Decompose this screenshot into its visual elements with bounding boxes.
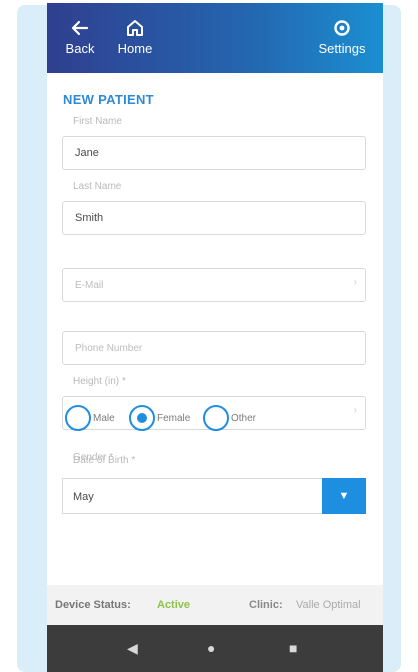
first-name-value: Jane <box>75 147 99 159</box>
first-name-label: First Name <box>73 116 122 127</box>
gender-male-label: Male <box>93 413 115 424</box>
email-field[interactable]: E-Mail › <box>62 268 366 302</box>
radio-unchecked-icon <box>65 405 91 431</box>
gender-female-label: Female <box>157 413 191 424</box>
last-name-value: Smith <box>75 212 104 224</box>
phone-screen: Back Home Settings NEW PATIENT First Nam… <box>47 3 383 672</box>
nav-recents-square-icon[interactable]: ■ <box>289 640 297 656</box>
dob-label: Date of Birth * <box>73 455 136 466</box>
caret-down-icon: ▼ <box>338 490 350 502</box>
arrow-left-icon <box>61 17 99 39</box>
clinic-value: Valle Optimal <box>296 599 361 611</box>
dob-value: May <box>73 491 94 503</box>
page-title: NEW PATIENT <box>63 92 154 107</box>
phone-field[interactable]: Phone Number <box>62 331 366 365</box>
home-icon <box>113 17 157 39</box>
first-name-field[interactable]: Jane <box>62 136 366 170</box>
gender-radio-group: Male Female Other <box>65 405 365 435</box>
gender-other-label: Other <box>231 413 257 424</box>
device-status-value: Active <box>157 599 191 611</box>
settings-button[interactable]: Settings <box>309 17 375 56</box>
new-patient-form: NEW PATIENT First Name Jane Last Name Sm… <box>47 73 383 593</box>
clinic-label: Clinic: <box>249 599 283 611</box>
back-label: Back <box>65 41 95 56</box>
last-name-field[interactable]: Smith <box>62 201 366 235</box>
home-label: Home <box>117 41 153 56</box>
device-status-label: Device Status: <box>55 599 131 611</box>
home-button[interactable]: Home <box>113 17 157 56</box>
phone-placeholder: Phone Number <box>75 343 143 354</box>
nav-home-circle-icon[interactable]: ● <box>207 640 215 656</box>
app-bar: Back Home Settings <box>47 3 383 73</box>
status-bar: Device Status: Active Clinic: Valle Opti… <box>47 585 383 625</box>
email-placeholder: E-Mail <box>75 280 104 291</box>
height-label: Height (in) * <box>73 376 126 387</box>
system-nav-bar: ◀ ● ■ <box>47 625 383 672</box>
last-name-label: Last Name <box>73 181 122 192</box>
settings-label: Settings <box>318 41 366 56</box>
dob-field[interactable]: May <box>62 478 322 514</box>
back-button[interactable]: Back <box>61 17 99 56</box>
radio-checked-icon <box>129 405 155 431</box>
dob-picker: May ▼ <box>62 478 366 514</box>
chevron-right-icon: › <box>353 277 357 288</box>
dob-dropdown-button[interactable]: ▼ <box>322 478 366 514</box>
radio-unchecked-icon <box>203 405 229 431</box>
gear-icon <box>309 17 375 39</box>
nav-back-triangle-icon[interactable]: ◀ <box>127 640 138 657</box>
